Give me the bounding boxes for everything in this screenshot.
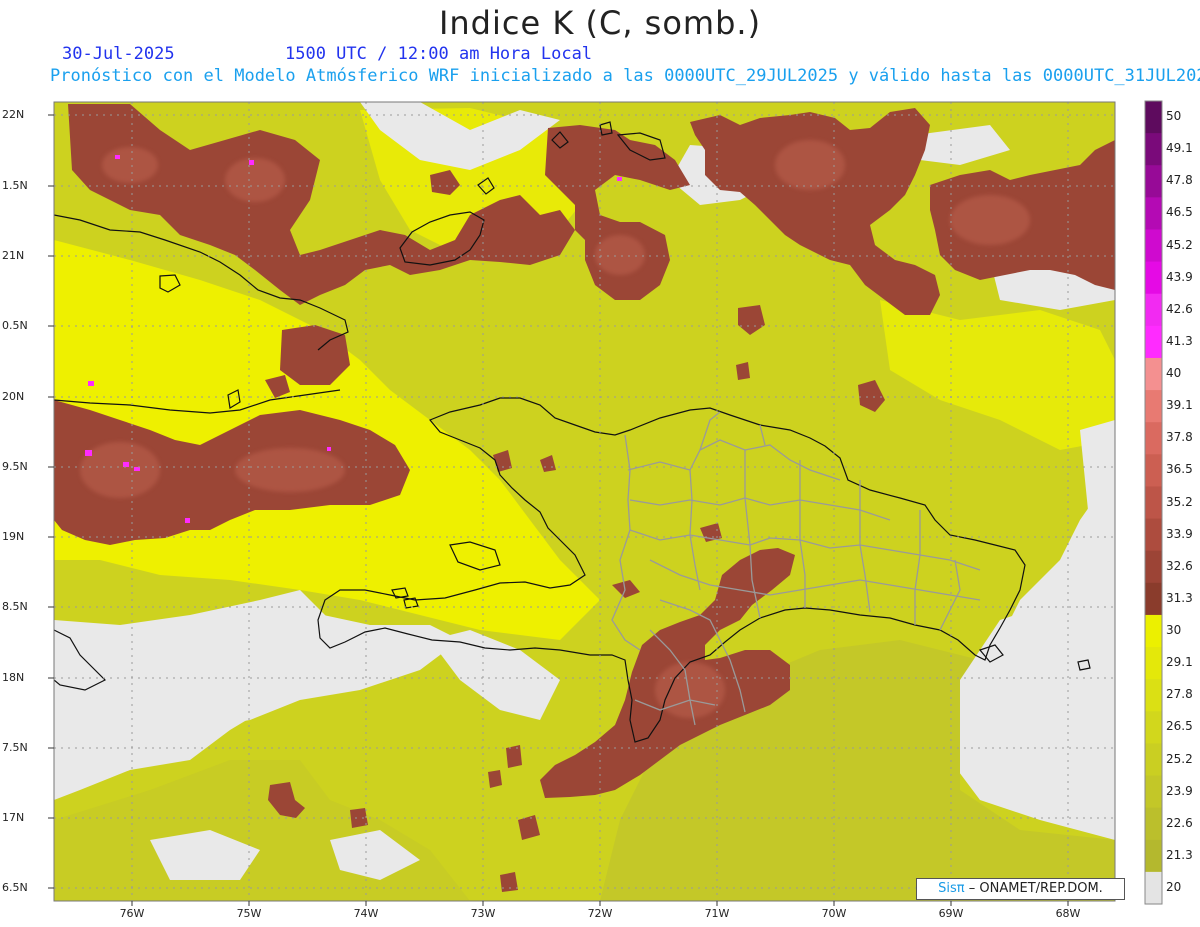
colorbar-label: 25.2 bbox=[1166, 751, 1193, 766]
colorbar-swatch bbox=[1145, 101, 1162, 134]
colorbar-swatch bbox=[1145, 486, 1162, 520]
colorbar-swatch bbox=[1145, 454, 1162, 488]
colorbar-swatch bbox=[1145, 743, 1162, 777]
lat-label: 1.5N bbox=[2, 179, 28, 192]
lon-label: 70W bbox=[821, 907, 847, 920]
colorbar-label: 47.8 bbox=[1166, 173, 1193, 188]
colorbar-label: 22.6 bbox=[1166, 815, 1193, 830]
map-title: Indice K (C, somb.) bbox=[438, 4, 762, 42]
model-run-info: Pronóstico con el Modelo Atmósferico WRF… bbox=[50, 66, 1200, 86]
lat-label: 19N bbox=[2, 530, 25, 543]
colorbar-label: 50 bbox=[1166, 109, 1182, 124]
colorbar-swatch bbox=[1145, 293, 1162, 327]
lon-label: 73W bbox=[470, 907, 496, 920]
colorbar-label: 42.6 bbox=[1166, 301, 1193, 316]
colorbar-label: 39.1 bbox=[1166, 398, 1193, 413]
colorbar-swatch bbox=[1145, 261, 1162, 295]
k-index-map bbox=[48, 100, 1163, 906]
lat-label: 22N bbox=[2, 108, 25, 121]
colorbar-label: 23.9 bbox=[1166, 783, 1193, 798]
lon-label: 68W bbox=[1055, 907, 1081, 920]
lat-label: 7.5N bbox=[2, 741, 28, 754]
colorbar-swatch bbox=[1145, 357, 1162, 391]
colorbar-swatch bbox=[1145, 197, 1162, 231]
colorbar-swatch bbox=[1145, 839, 1162, 873]
colorbar-label: 41.3 bbox=[1166, 333, 1193, 348]
lon-label: 75W bbox=[236, 907, 262, 920]
brand-logo: Sisπ bbox=[938, 881, 965, 896]
lat-label: 6.5N bbox=[2, 881, 28, 894]
forecast-date: 30-Jul-2025 bbox=[62, 44, 175, 64]
colorbar-swatch bbox=[1145, 165, 1162, 198]
lat-label: 21N bbox=[2, 249, 25, 262]
lon-label: 69W bbox=[938, 907, 964, 920]
colorbar-label: 36.5 bbox=[1166, 462, 1193, 477]
colorbar-label: 21.3 bbox=[1166, 847, 1193, 862]
lon-label: 72W bbox=[587, 907, 613, 920]
colorbar-label: 37.8 bbox=[1166, 430, 1193, 445]
credit-box: Sisπ – ONAMET/REP.DOM. bbox=[916, 878, 1125, 900]
colorbar-swatch bbox=[1145, 422, 1162, 455]
colorbar-swatch bbox=[1145, 807, 1162, 841]
lat-label: 8.5N bbox=[2, 600, 28, 613]
colorbar-swatch bbox=[1145, 133, 1162, 166]
lat-label: 18N bbox=[2, 671, 25, 684]
lon-label: 76W bbox=[119, 907, 145, 920]
colorbar-label: 40 bbox=[1166, 366, 1182, 380]
colorbar-swatch bbox=[1145, 325, 1162, 359]
colorbar-label: 30 bbox=[1166, 623, 1182, 637]
colorbar-swatch bbox=[1145, 229, 1162, 263]
colorbar-label: 35.2 bbox=[1166, 494, 1193, 509]
colorbar-swatch bbox=[1145, 390, 1162, 423]
colorbar bbox=[1144, 100, 1163, 905]
colorbar-label: 31.3 bbox=[1166, 590, 1193, 605]
lat-label: 20N bbox=[2, 390, 25, 403]
lon-label: 74W bbox=[353, 907, 379, 920]
colorbar-label: 33.9 bbox=[1166, 526, 1193, 541]
colorbar-label: 26.5 bbox=[1166, 719, 1193, 734]
valid-time: 1500 UTC / 12:00 am Hora Local bbox=[285, 44, 593, 64]
colorbar-label: 43.9 bbox=[1166, 269, 1193, 284]
colorbar-label: 49.1 bbox=[1166, 141, 1193, 156]
colorbar-swatch bbox=[1145, 550, 1162, 584]
colorbar-swatch bbox=[1145, 871, 1162, 905]
colorbar-swatch bbox=[1145, 582, 1162, 616]
lat-label: 9.5N bbox=[2, 460, 28, 473]
colorbar-swatch bbox=[1145, 775, 1162, 809]
colorbar-label: 46.5 bbox=[1166, 205, 1193, 220]
colorbar-swatch bbox=[1145, 647, 1162, 680]
lon-label: 71W bbox=[704, 907, 730, 920]
lat-label: 0.5N bbox=[2, 319, 28, 332]
colorbar-label: 20 bbox=[1166, 879, 1182, 894]
colorbar-swatch bbox=[1145, 614, 1162, 648]
colorbar-label: 45.2 bbox=[1166, 237, 1193, 252]
lat-label: 17N bbox=[2, 811, 25, 824]
colorbar-label: 29.1 bbox=[1166, 655, 1193, 670]
colorbar-label: 32.6 bbox=[1166, 558, 1193, 573]
colorbar-swatch bbox=[1145, 518, 1162, 552]
colorbar-swatch bbox=[1145, 711, 1162, 744]
colorbar-swatch bbox=[1145, 679, 1162, 712]
colorbar-label: 27.8 bbox=[1166, 687, 1193, 702]
credit-org: – ONAMET/REP.DOM. bbox=[968, 881, 1103, 896]
